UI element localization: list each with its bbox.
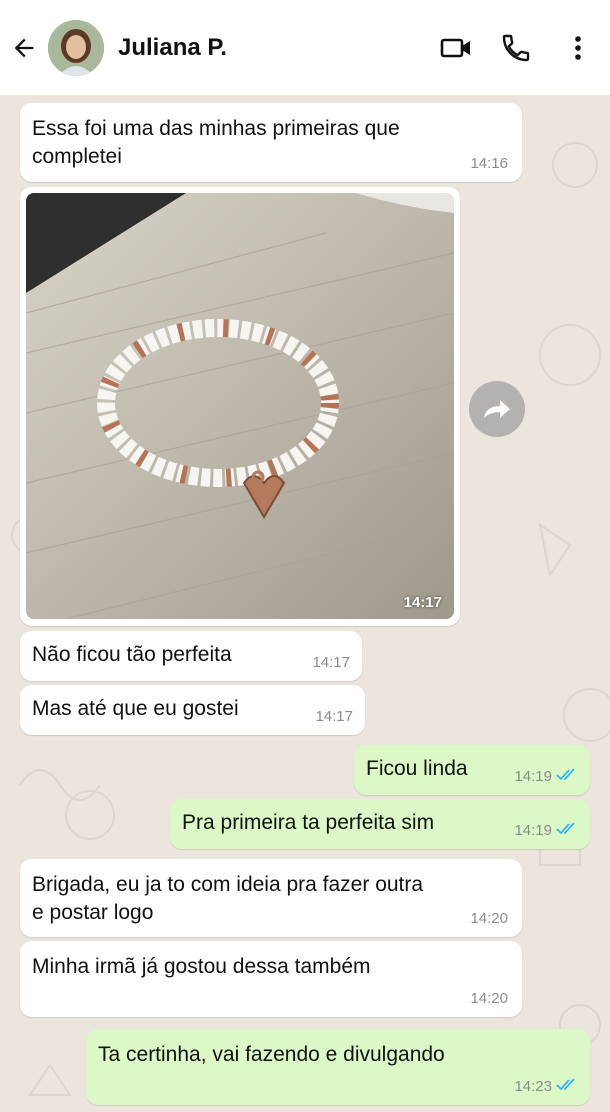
- message-text: Mas até que eu gostei: [32, 697, 239, 720]
- message-bubble-outgoing[interactable]: Pra primeira ta perfeita sim 14:19: [170, 799, 590, 849]
- avatar-photo-icon: [48, 20, 104, 76]
- forward-button[interactable]: [469, 381, 525, 437]
- message-bubble-outgoing[interactable]: Ta certinha, vai fazendo e divulgando 14…: [86, 1029, 590, 1105]
- message-bubble-incoming[interactable]: Essa foi uma das minhas primeiras que co…: [20, 103, 522, 182]
- contact-name[interactable]: Juliana P.: [118, 34, 227, 62]
- message-time: 14:17: [315, 708, 353, 725]
- more-vertical-icon[interactable]: [562, 32, 594, 64]
- bracelet-image: [26, 193, 454, 619]
- message-text: Ficou linda: [366, 757, 468, 780]
- message-time: 14:17: [312, 654, 350, 671]
- chat-area[interactable]: Essa foi uma das minhas primeiras que co…: [0, 95, 610, 1112]
- read-receipt-icon: [556, 768, 575, 781]
- message-text: Minha irmã já gostou dessa também: [32, 955, 371, 978]
- message-text: Ta certinha, vai fazendo e divulgando: [98, 1043, 445, 1066]
- phone-icon[interactable]: [500, 32, 532, 64]
- message-bubble-incoming[interactable]: Minha irmã já gostou dessa também 14:20: [20, 941, 522, 1017]
- arrow-left-icon[interactable]: [10, 34, 38, 62]
- bracelet-photo[interactable]: 14:17: [26, 193, 454, 619]
- forward-icon: [484, 400, 510, 418]
- message-text: Brigada, eu ja to com ideia pra fazer ou…: [32, 873, 424, 924]
- image-message[interactable]: 14:17: [20, 187, 460, 626]
- message-bubble-incoming[interactable]: Brigada, eu ja to com ideia pra fazer ou…: [20, 859, 522, 937]
- message-time: 14:23: [514, 1078, 552, 1095]
- read-receipt-icon: [556, 822, 575, 835]
- message-time: 14:20: [470, 910, 508, 927]
- message-time: 14:16: [470, 155, 508, 172]
- video-call-icon[interactable]: [440, 32, 472, 64]
- message-bubble-outgoing[interactable]: Ficou linda 14:19: [354, 745, 590, 795]
- message-bubble-incoming[interactable]: Não ficou tão perfeita 14:17: [20, 631, 362, 681]
- image-time: 14:17: [403, 594, 442, 611]
- message-text: Essa foi uma das minhas primeiras que co…: [32, 117, 400, 168]
- avatar[interactable]: [48, 20, 104, 76]
- chat-header: Juliana P.: [0, 0, 610, 95]
- message-time: 14:19: [514, 768, 552, 785]
- message-text: Pra primeira ta perfeita sim: [182, 811, 435, 834]
- read-receipt-icon: [556, 1078, 575, 1091]
- message-text: Não ficou tão perfeita: [32, 643, 232, 666]
- message-time: 14:19: [514, 822, 552, 839]
- message-bubble-incoming[interactable]: Mas até que eu gostei 14:17: [20, 685, 365, 735]
- message-time: 14:20: [470, 990, 508, 1007]
